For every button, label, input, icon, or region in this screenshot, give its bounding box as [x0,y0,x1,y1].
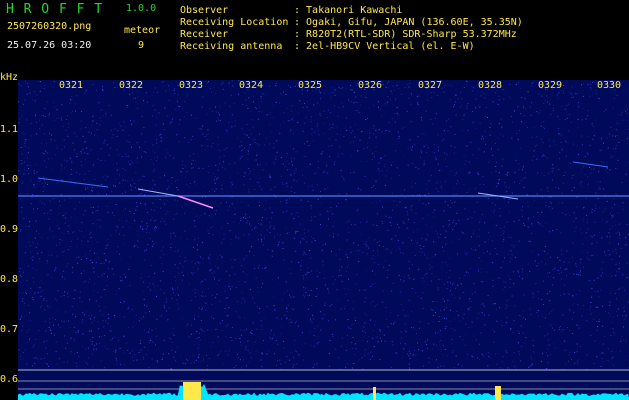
info-label-antenna: Receiving antenna [180,41,283,52]
y-tick-1-0: 1.0 [0,174,19,185]
info-value-observer: : Takanori Kawachi [294,5,403,16]
info-label-location: Receiving Location [180,17,289,28]
info-label-observer: Observer [180,5,229,16]
x-tick-0329: 0329 [538,80,563,91]
x-tick-0328: 0328 [478,80,503,91]
x-tick-0326: 0326 [358,80,383,91]
timestamp: 25.07.26 03:20 [7,40,92,51]
info-value-receiver: : R820T2(RTL-SDR) SDR-Sharp 53.372MHz [294,29,517,40]
y-tick-1-1: 1.1 [0,124,19,135]
info-value-antenna: : 2el-HB9CV Vertical (el. E-W) [294,41,475,52]
y-tick-0-7: 0.7 [0,324,19,335]
signal-peak [183,382,201,400]
hrofft-window: H R O F F T 1.0.0 2507260320.png meteor … [0,0,629,400]
x-tick-0330: 0330 [597,80,622,91]
info-value-location: : Ogaki, Gifu, JAPAN (136.60E, 35.35N) [294,17,523,28]
app-title: H R O F F T [6,2,104,17]
category-label: meteor [124,25,161,36]
signal-peak [373,387,376,400]
waterfall-spectrogram [18,80,629,400]
y-axis-unit: kHz [0,72,19,83]
x-tick-0321: 0321 [59,80,84,91]
y-tick-0-9: 0.9 [0,224,19,235]
x-tick-0324: 0324 [239,80,264,91]
info-label-receiver: Receiver [180,29,229,40]
x-tick-0323: 0323 [179,80,204,91]
x-tick-0325: 0325 [298,80,323,91]
y-tick-0-8: 0.8 [0,274,19,285]
x-tick-0327: 0327 [418,80,443,91]
signal-peak [495,386,501,400]
y-tick-0-6: 0.6 [0,374,19,385]
file-name: 2507260320.png [7,21,92,32]
x-tick-0322: 0322 [119,80,144,91]
app-version: 1.0.0 [126,3,157,14]
meteor-count: 9 [138,40,145,51]
